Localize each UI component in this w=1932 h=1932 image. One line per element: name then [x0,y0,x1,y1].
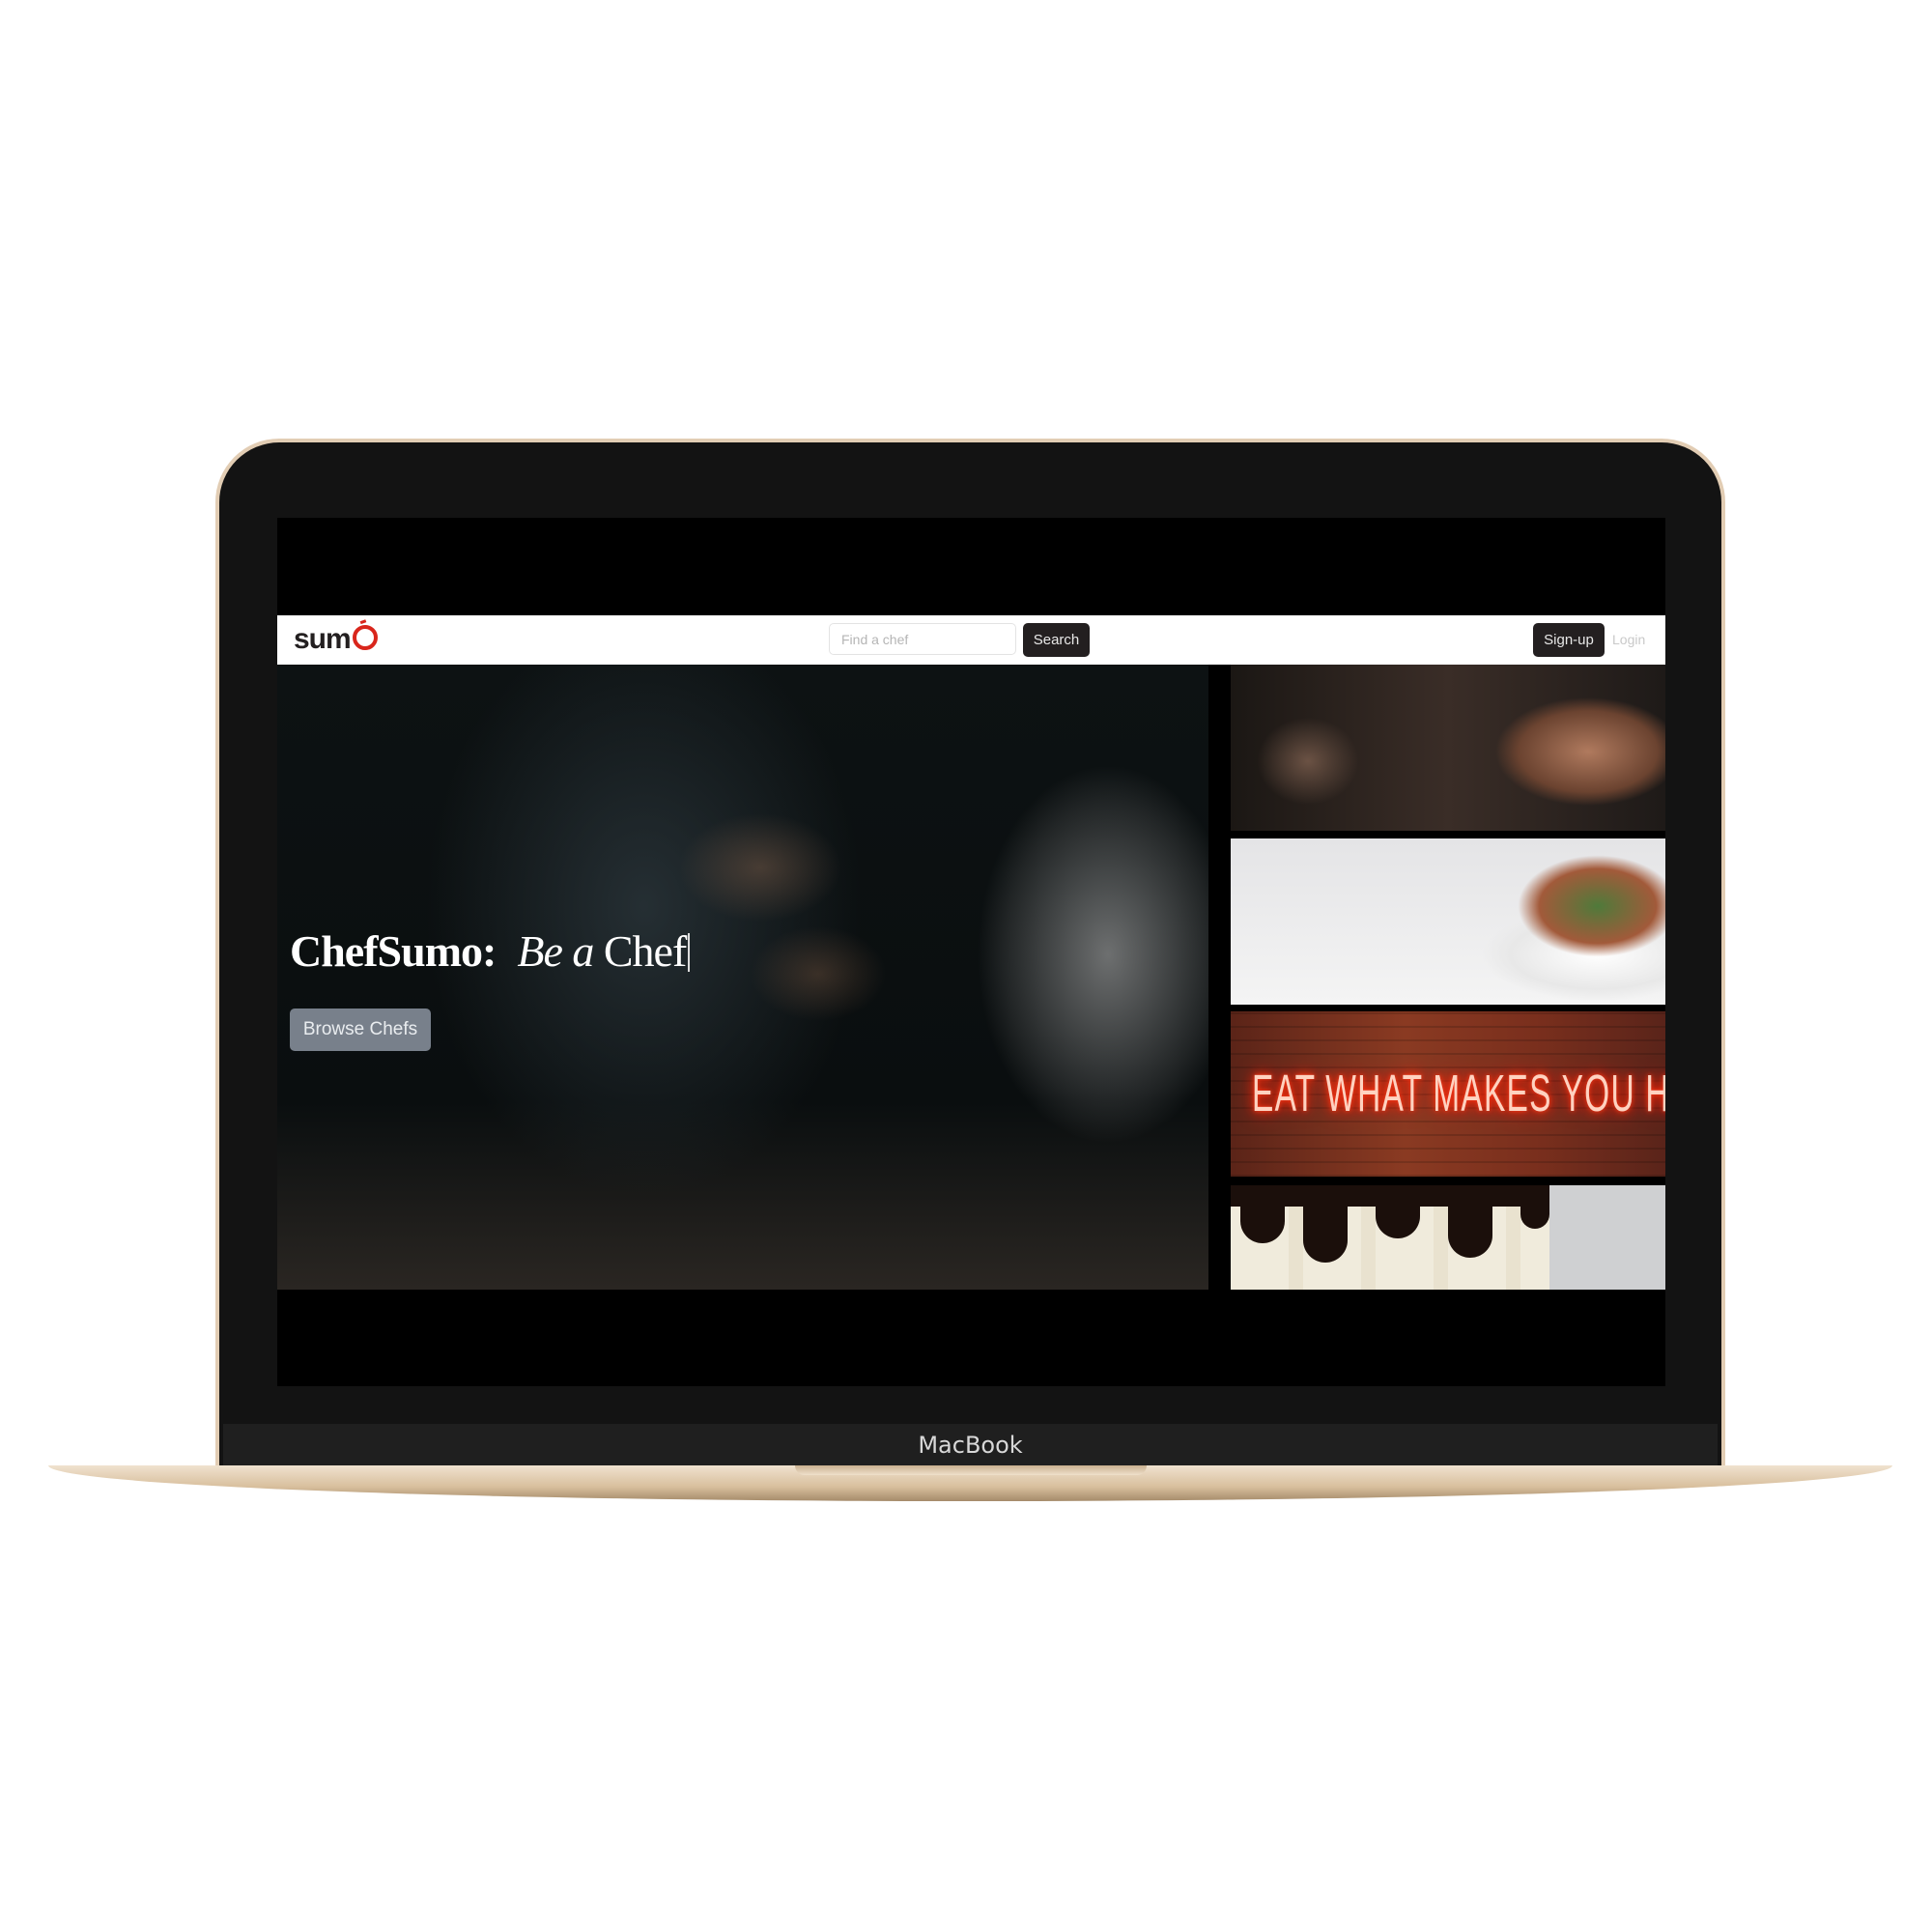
logo[interactable]: sum [294,623,378,656]
neon-sign-text: EAT WHAT MAKES YOU HAPPY [1252,1065,1665,1122]
navbar: sum Search Sign-up Login [277,615,1665,665]
laptop-chin: MacBook [223,1424,1718,1465]
login-link[interactable]: Login [1612,632,1645,647]
browse-chefs-button[interactable]: Browse Chefs [290,1009,431,1051]
laptop-notch [795,1465,1147,1475]
chocolate-top [1231,1185,1549,1207]
logo-flame-icon [352,625,378,650]
gallery-image-hands-spice [1231,665,1665,831]
gallery-image-neon-sign: EAT WHAT MAKES YOU HAPPY [1231,1011,1665,1177]
device-label: MacBook [918,1432,1023,1459]
hero-tagline-word: Chef [603,926,687,976]
screen: sum Search Sign-up Login ChefSumo: Be a C… [277,518,1665,1386]
hero-brand: ChefSumo: [290,926,497,976]
search-button[interactable]: Search [1023,623,1090,657]
signup-button[interactable]: Sign-up [1533,623,1605,657]
hero-tagline-italic: Be a [517,926,594,976]
hero-video: ChefSumo: Be a Chef Browse Chefs [277,665,1208,1290]
hero-title: ChefSumo: Be a Chef [290,925,691,977]
gallery-image-drip-cake [1231,1185,1665,1290]
typing-caret [688,933,691,972]
gallery-image-salad [1231,838,1665,1005]
search-input[interactable] [829,623,1016,655]
logo-text: sum [294,623,352,655]
